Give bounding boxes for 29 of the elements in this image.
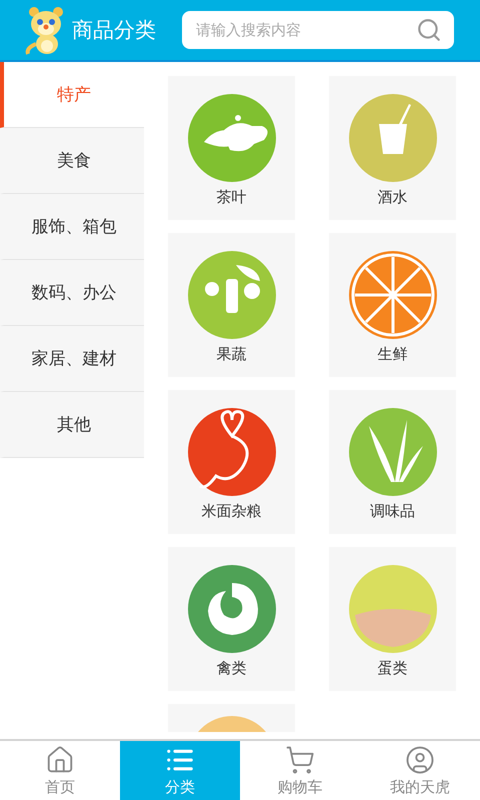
category-label: 茶叶 (216, 188, 246, 207)
category-label: 米面杂粮 (202, 502, 262, 521)
category-label: 生鲜 (378, 345, 408, 364)
category-card[interactable]: 米面杂粮 (168, 390, 295, 534)
category-card[interactable]: 茶叶 (168, 76, 295, 220)
category-label: 蛋类 (378, 659, 408, 678)
category-card[interactable]: 调味品 (329, 390, 456, 534)
sidebar-item[interactable]: 特产 (0, 62, 144, 128)
home-icon (45, 744, 75, 774)
user-icon (405, 744, 435, 774)
sidebar-item[interactable]: 其他 (0, 392, 144, 458)
category-label: 调味品 (370, 502, 415, 521)
sidebar-item[interactable]: 数码、办公 (0, 260, 144, 326)
cart-icon (285, 744, 315, 774)
search-icon[interactable] (416, 17, 442, 43)
category-card[interactable]: 蛋类 (329, 547, 456, 691)
category-label: 酒水 (378, 188, 408, 207)
category-card[interactable] (168, 704, 295, 732)
sidebar-item[interactable]: 家居、建材 (0, 326, 144, 392)
category-card[interactable]: 果蔬 (168, 233, 295, 377)
category-card[interactable]: 禽类 (168, 547, 295, 691)
category-card[interactable]: 酒水 (329, 76, 456, 220)
page-title: 商品分类 (72, 17, 156, 44)
sidebar-item[interactable]: 美食 (0, 128, 144, 194)
category-card[interactable]: 生鲜 (329, 233, 456, 377)
category-label: 果蔬 (216, 345, 246, 364)
sidebar-item[interactable]: 服饰、箱包 (0, 194, 144, 260)
category-label: 禽类 (216, 659, 246, 678)
search-field[interactable]: 请输入搜索内容 (182, 11, 454, 49)
